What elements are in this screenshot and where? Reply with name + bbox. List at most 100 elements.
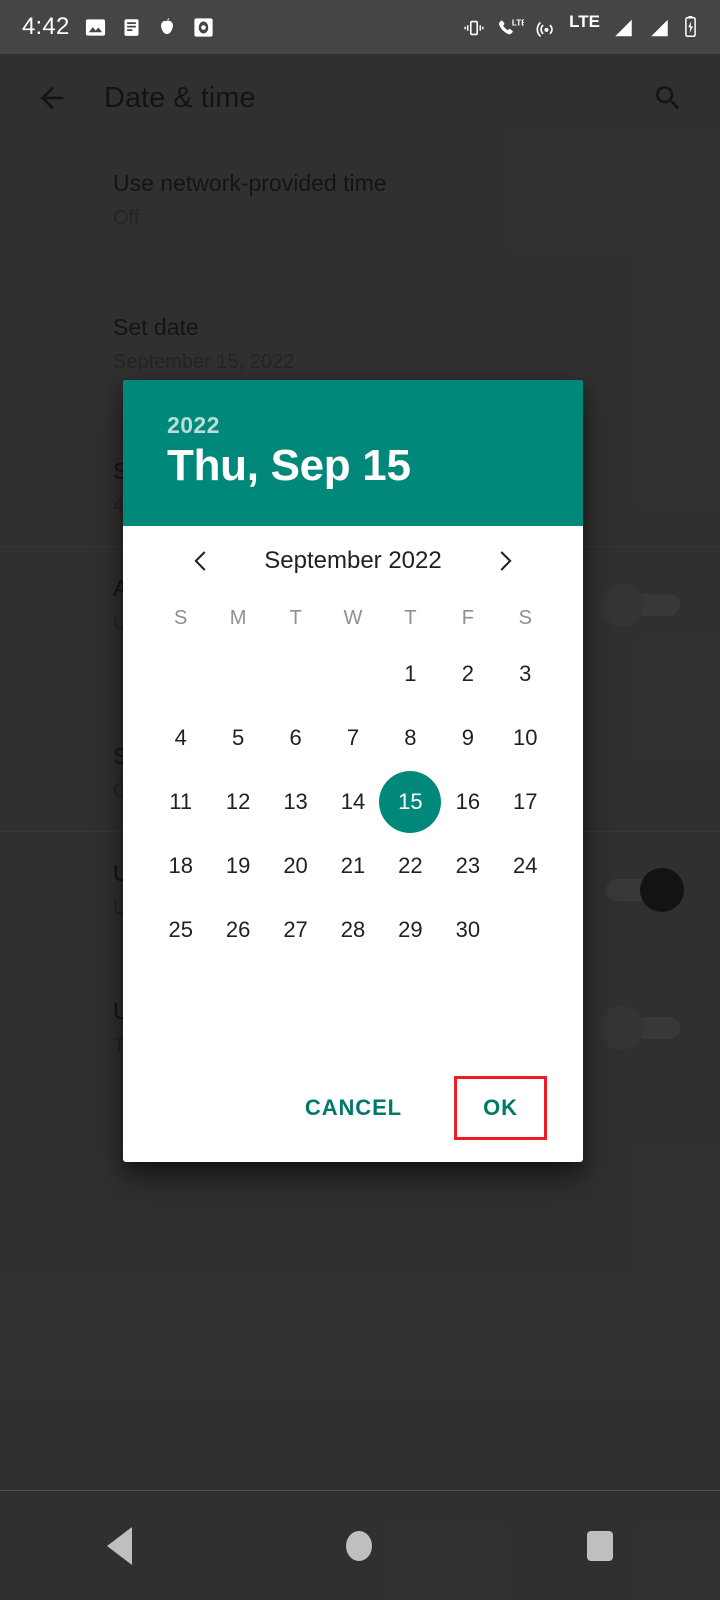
lte-text: LTE — [569, 12, 600, 31]
weekday-label: S — [174, 606, 188, 629]
header-year[interactable]: 2022 — [167, 412, 539, 439]
calendar-day-label: 3 — [519, 661, 532, 686]
calendar-day-label: 10 — [513, 725, 538, 750]
notes-icon — [121, 16, 142, 39]
calendar-day[interactable]: 3 — [497, 642, 554, 706]
dialog-header: 2022 Thu, Sep 15 — [123, 380, 583, 526]
calendar-day-label: 24 — [513, 853, 538, 878]
calendar-day[interactable]: 25 — [152, 898, 209, 962]
calendar-day[interactable]: 28 — [324, 898, 381, 962]
calendar-day-label: 5 — [232, 725, 245, 750]
calendar-day[interactable]: 24 — [497, 834, 554, 898]
navigation-bar — [0, 1490, 720, 1600]
calendar-day[interactable]: 29 — [382, 898, 439, 962]
calendar-day-label: 16 — [455, 789, 481, 814]
calendar-day[interactable]: 14 — [324, 770, 381, 834]
chevron-right-icon — [500, 551, 512, 571]
hotspot-icon — [535, 17, 558, 39]
calendar-day-label: 11 — [169, 789, 193, 814]
calendar-day[interactable]: 16 — [439, 770, 496, 834]
calendar-day[interactable]: 8 — [382, 706, 439, 770]
calendar-day-label: 7 — [346, 725, 360, 750]
status-bar: 4:42 LTE — [0, 0, 720, 54]
image-icon — [84, 16, 107, 39]
calendar-day-label: 20 — [283, 853, 308, 878]
calendar-day-grid: 1 2 3 4 5 6 7 8 9 10 11 12 13 14 15 16 17 18 19 20 21 22 23 24 2… — [145, 642, 561, 962]
month-navigation: September 2022 — [145, 526, 561, 596]
calendar-day[interactable]: 5 — [209, 706, 266, 770]
status-clock: 4:42 — [22, 13, 70, 40]
calendar-day[interactable]: 22 — [382, 834, 439, 898]
header-selected-date[interactable]: Thu, Sep 15 — [167, 441, 539, 491]
calendar-day[interactable]: 20 — [267, 834, 324, 898]
calendar-day-label: 8 — [404, 725, 417, 750]
calendar-day[interactable]: 26 — [209, 898, 266, 962]
nav-back-button[interactable] — [107, 1526, 133, 1565]
calendar-day[interactable]: 12 — [209, 770, 266, 834]
phone-screen: Date & time Use network-provided time Of… — [0, 0, 720, 1600]
pref-summary: Off — [113, 207, 140, 230]
weekday-header-row: SMTWTFS — [145, 596, 561, 640]
status-bar-right: LTE LTE — [463, 12, 698, 39]
weekday-label: T — [289, 606, 302, 629]
switch-use-24-hour-format[interactable] — [600, 1006, 680, 1051]
switch-automatic-time-zone[interactable] — [600, 583, 680, 628]
calendar-day-label: 25 — [168, 917, 193, 942]
calendar-day[interactable]: 27 — [267, 898, 324, 962]
weekday-label: W — [343, 606, 363, 629]
cancel-button[interactable]: CANCEL — [287, 1081, 420, 1135]
switch-thumb — [600, 583, 644, 628]
calendar-day-label: 9 — [461, 725, 474, 750]
next-month-button[interactable] — [483, 540, 525, 582]
nav-recents-button[interactable] — [586, 1530, 613, 1561]
calendar-day-label: 6 — [289, 725, 302, 750]
nav-home-button[interactable] — [346, 1530, 373, 1561]
calendar-day[interactable]: 30 — [439, 898, 496, 962]
calendar-day-label: 29 — [398, 917, 423, 942]
calendar-day[interactable]: 4 — [152, 706, 209, 770]
app-bar: Date & time — [0, 54, 720, 142]
ok-button-highlight: OK — [454, 1076, 547, 1140]
search-button[interactable] — [640, 70, 696, 126]
battery-charging-icon — [683, 15, 698, 39]
calendar-day-label: 1 — [404, 661, 417, 686]
back-arrow-icon — [40, 86, 64, 110]
calendar-day-label: 13 — [283, 789, 308, 814]
calendar-day[interactable]: 6 — [267, 706, 324, 770]
date-picker-dialog: 2022 Thu, Sep 15 September 2022 SMTWTFS — [123, 380, 583, 1162]
calendar-day[interactable]: 7 — [324, 706, 381, 770]
calendar-day[interactable]: 19 — [209, 834, 266, 898]
pref-summary: September 15, 2022 — [113, 351, 295, 374]
prev-month-button[interactable] — [181, 540, 223, 582]
calendar-day[interactable]: 13 — [267, 770, 324, 834]
ok-button[interactable]: OK — [483, 1095, 518, 1121]
calendar-day[interactable]: 21 — [324, 834, 381, 898]
weekday-label: S — [518, 606, 532, 629]
calendar-day-selected[interactable]: 15 — [379, 770, 442, 834]
record-icon — [192, 16, 215, 39]
pref-use-network-provided-time[interactable]: Use network-provided time Off — [0, 142, 720, 258]
signal-bars-icon — [611, 17, 636, 39]
back-button[interactable] — [24, 70, 80, 126]
calendar-day[interactable]: 10 — [497, 706, 554, 770]
calendar-day[interactable]: 18 — [152, 834, 209, 898]
calendar-day[interactable]: 23 — [439, 834, 496, 898]
calendar-day-label: 18 — [168, 853, 193, 878]
switch-thumb — [640, 868, 684, 913]
switch-use-locale-default[interactable] — [606, 868, 684, 913]
calendar-day[interactable]: 11 — [152, 770, 209, 834]
calendar-day[interactable]: 9 — [439, 706, 496, 770]
dialog-actions: CANCEL OK — [123, 1054, 583, 1162]
switch-thumb — [600, 1006, 644, 1051]
weekday-label: M — [229, 606, 247, 629]
calendar-day[interactable]: 17 — [497, 770, 554, 834]
calendar-day[interactable]: 2 — [439, 642, 496, 706]
calendar-day-label: 21 — [340, 853, 366, 878]
calendar-day-label: 30 — [455, 917, 481, 942]
calendar-day-label: 4 — [174, 725, 187, 750]
search-icon — [656, 86, 680, 110]
calendar-day-label: 27 — [283, 917, 308, 942]
calendar-day[interactable]: 1 — [382, 642, 439, 706]
chevron-left-icon — [194, 551, 206, 571]
calendar-day-label: 15 — [398, 789, 423, 814]
